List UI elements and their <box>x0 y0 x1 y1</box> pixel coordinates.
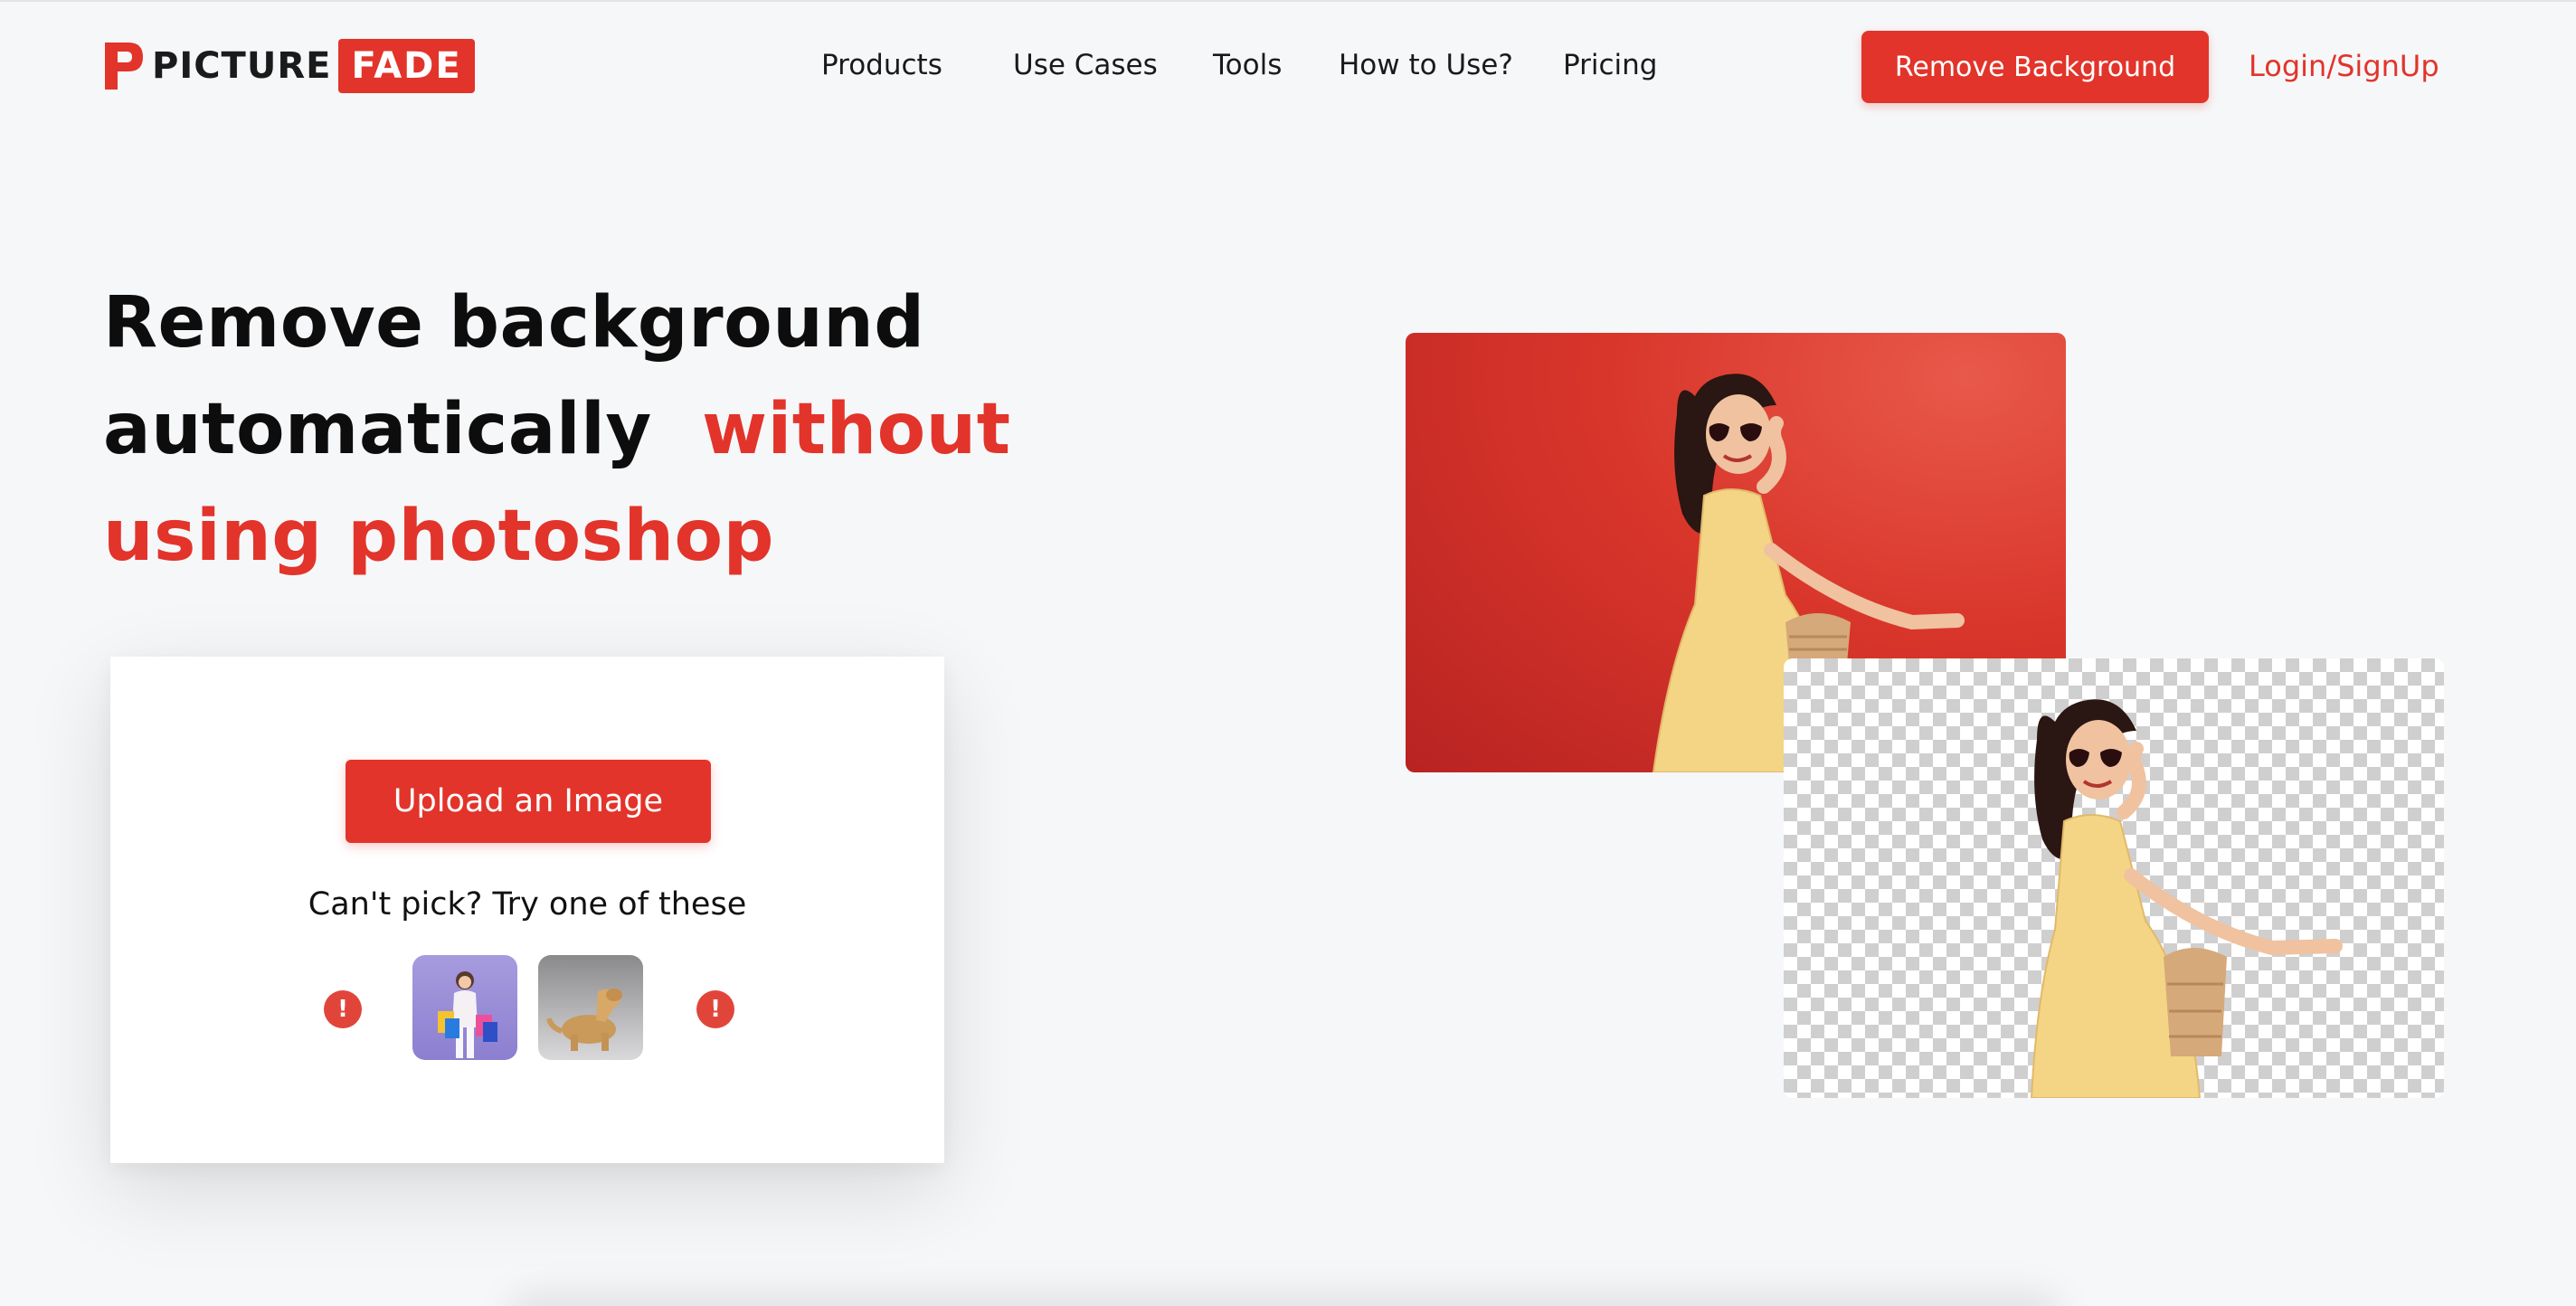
hero-title-line2: automatically <box>103 389 652 470</box>
hero-title-line1: Remove background <box>103 282 925 364</box>
brand-name-part2: FADE <box>338 39 475 93</box>
brand-name-part1: PICTURE <box>152 45 332 87</box>
section-divider-shadow <box>507 1292 2062 1306</box>
upload-card: Upload an Image Can't pick? Try one of t… <box>110 657 944 1163</box>
hero-title-accent-1: without <box>701 389 1011 470</box>
brand-logo[interactable]: PICTURE FADE <box>101 38 475 94</box>
hero-title: Remove background automatically without … <box>103 270 1026 590</box>
alert-icon[interactable]: ! <box>324 990 362 1028</box>
dog-thumbnail-icon <box>538 955 643 1060</box>
nav-use-cases[interactable]: Use Cases <box>1013 49 1158 81</box>
upload-image-button[interactable]: Upload an Image <box>346 760 711 843</box>
login-signup-link[interactable]: Login/SignUp <box>2249 49 2439 83</box>
logo-p-icon <box>101 39 145 93</box>
sample-thumbnail-dog[interactable] <box>538 955 643 1060</box>
shopping-woman-thumbnail-icon <box>412 955 517 1060</box>
hero-title-accent-2: using photoshop <box>103 496 774 577</box>
woman-transparent-background-photo-icon <box>2030 699 2343 1098</box>
nav-products[interactable]: Products <box>821 49 942 81</box>
nav-tools[interactable]: Tools <box>1213 49 1282 81</box>
sample-thumbnail-shopping-woman[interactable] <box>412 955 517 1060</box>
nav-how-to-use[interactable]: How to Use? <box>1339 49 1513 81</box>
nav-pricing[interactable]: Pricing <box>1563 49 1658 81</box>
alert-icon[interactable]: ! <box>696 990 734 1028</box>
samples-prompt: Can't pick? Try one of these <box>308 886 747 923</box>
remove-background-button[interactable]: Remove Background <box>1861 31 2209 103</box>
after-image <box>1784 658 2444 1098</box>
